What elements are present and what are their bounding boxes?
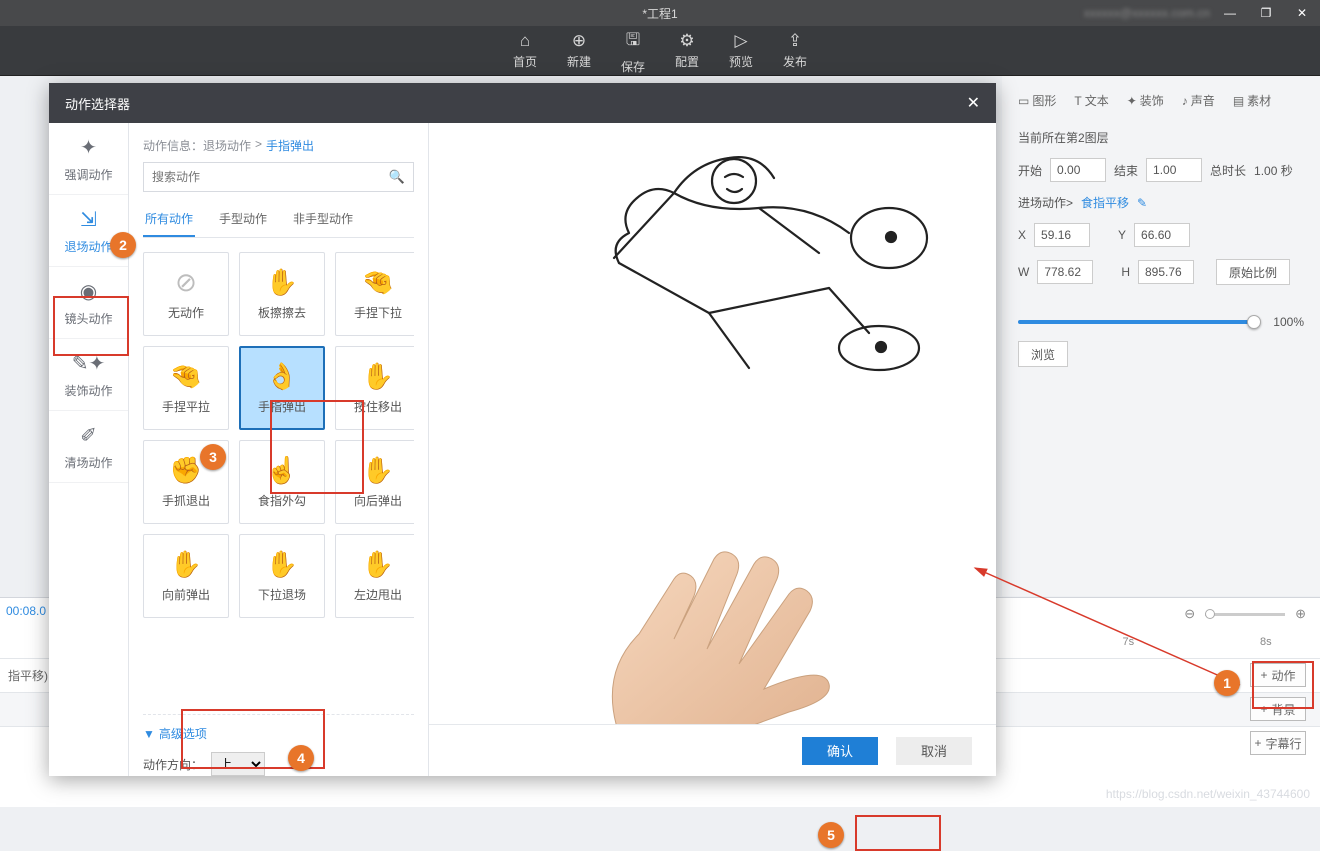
none-icon: ⊘ (175, 267, 197, 298)
wand-icon: ✎✦ (72, 351, 106, 376)
aperture-icon: ◉ (80, 279, 97, 304)
press-move-icon: ✋ (362, 361, 394, 392)
category-camera[interactable]: ◉镜头动作 (49, 267, 128, 339)
dj-doodle (559, 133, 939, 403)
front-flick-icon: ✋ (170, 549, 202, 580)
ok-button[interactable]: 确认 (802, 737, 878, 765)
finger-hook-icon: ☝ (266, 455, 298, 486)
pinch-down-icon: 🤏 (362, 267, 394, 298)
pinch-flat-icon: 🤏 (170, 361, 202, 392)
chevron-down-icon: ▼ (143, 727, 155, 741)
annotation-badge-4: 4 (288, 745, 314, 771)
exit-icon: ⇲ (80, 207, 97, 232)
cancel-button[interactable]: 取消 (896, 737, 972, 765)
sparkle-icon: ✦ (80, 135, 97, 160)
category-sidebar: ✦强调动作 ⇲退场动作 ◉镜头动作 ✎✦装饰动作 ✐清场动作 (49, 123, 129, 776)
swipe-left-icon: ✋ (362, 549, 394, 580)
grab-exit-icon: ✊ (170, 455, 202, 486)
action-card[interactable]: ☝食指外勾 (239, 440, 325, 524)
search-input[interactable] (152, 170, 389, 184)
hand-photo (579, 524, 849, 724)
advanced-options: ▼高级选项 动作方向： 上 (143, 714, 414, 776)
annotation-badge-2: 2 (110, 232, 136, 258)
action-card[interactable]: ✋向后弹出 (335, 440, 414, 524)
broom-icon: ✐ (80, 423, 97, 448)
action-card[interactable]: ✋向前弹出 (143, 534, 229, 618)
breadcrumb-root: 动作信息：退场动作 (143, 137, 251, 154)
action-card[interactable]: ✋左边甩出 (335, 534, 414, 618)
watermark: https://blog.csdn.net/weixin_43744600 (1106, 787, 1310, 801)
subtab-nohand[interactable]: 非手型动作 (291, 202, 355, 237)
action-card-selected[interactable]: 👌手指弹出 (239, 346, 325, 430)
action-card[interactable]: ✋下拉退场 (239, 534, 325, 618)
actions-grid: ⊘无动作 ✋板擦擦去 🤏手捏下拉 🤏手捏平拉 👌手指弹出 ✋按住移出 ✊手抓退出… (143, 238, 414, 714)
modal-title: 动作选择器 (65, 94, 130, 113)
breadcrumb-sep: > (255, 137, 262, 154)
action-card[interactable]: ⊘无动作 (143, 252, 229, 336)
breadcrumb: 动作信息：退场动作 > 手指弹出 (143, 137, 414, 154)
modal-header: 动作选择器 ✕ (49, 83, 996, 123)
action-selector-modal: 动作选择器 ✕ ✦强调动作 ⇲退场动作 ◉镜头动作 ✎✦装饰动作 ✐清场动作 动… (49, 83, 996, 776)
back-flick-icon: ✋ (362, 455, 394, 486)
annotation-badge-5: 5 (818, 822, 844, 848)
subtab-all[interactable]: 所有动作 (143, 202, 195, 237)
subtab-hand[interactable]: 手型动作 (217, 202, 269, 237)
pull-down-icon: ✋ (266, 549, 298, 580)
advanced-toggle[interactable]: ▼高级选项 (143, 725, 414, 742)
actions-panel: 动作信息：退场动作 > 手指弹出 🔍 所有动作 手型动作 非手型动作 ⊘无动作 … (129, 123, 429, 776)
action-card[interactable]: ✋按住移出 (335, 346, 414, 430)
preview-canvas (429, 123, 996, 724)
modal-close-icon[interactable]: ✕ (967, 93, 980, 113)
annotation-badge-1: 1 (1214, 670, 1240, 696)
category-clear[interactable]: ✐清场动作 (49, 411, 128, 483)
action-subtabs: 所有动作 手型动作 非手型动作 (143, 202, 414, 238)
annotation-badge-3: 3 (200, 444, 226, 470)
category-decor[interactable]: ✎✦装饰动作 (49, 339, 128, 411)
direction-select[interactable]: 上 (211, 752, 265, 776)
search-box[interactable]: 🔍 (143, 162, 414, 192)
action-card[interactable]: 🤏手捏下拉 (335, 252, 414, 336)
breadcrumb-current: 手指弹出 (266, 137, 314, 154)
annotation-box-5 (855, 815, 941, 851)
search-icon[interactable]: 🔍 (389, 169, 405, 185)
annotation-arrow (960, 560, 1250, 690)
category-emphasis[interactable]: ✦强调动作 (49, 123, 128, 195)
preview-pane: 确认 取消 (429, 123, 996, 776)
modal-footer: 确认 取消 (429, 724, 996, 776)
flick-icon: 👌 (266, 361, 298, 392)
eraser-icon: ✋ (266, 267, 298, 298)
action-card[interactable]: ✋板擦擦去 (239, 252, 325, 336)
action-card[interactable]: 🤏手捏平拉 (143, 346, 229, 430)
direction-label: 动作方向： (143, 756, 203, 773)
